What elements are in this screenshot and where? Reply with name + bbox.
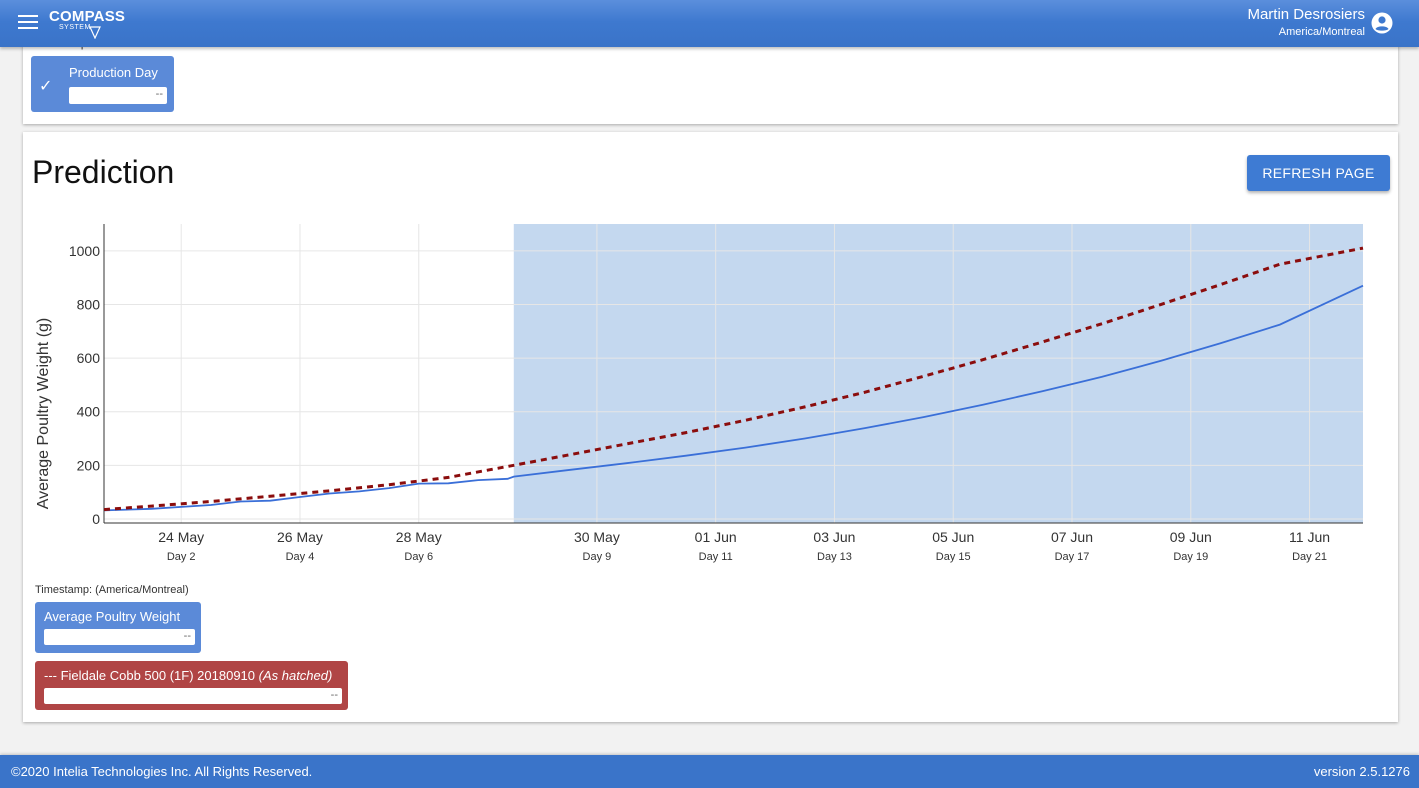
y-tick-label: 1000 bbox=[69, 243, 100, 259]
x-tick-day-label: Day 9 bbox=[583, 551, 612, 563]
hamburger-menu-icon[interactable] bbox=[18, 15, 38, 31]
x-tick-day-label: Day 2 bbox=[167, 551, 196, 563]
production-day-card: Timestamp: ✓ Production Day -- bbox=[23, 38, 1398, 124]
version-text: version 2.5.1276 bbox=[1313, 764, 1410, 779]
y-tick-label: 800 bbox=[77, 296, 101, 312]
x-tick-day-label: Day 21 bbox=[1292, 551, 1327, 563]
legend-red-value: -- bbox=[44, 688, 342, 704]
x-tick-day-label: Day 15 bbox=[936, 551, 971, 563]
x-tick-date-label: 03 Jun bbox=[813, 529, 855, 545]
legend-red-main-label: --- Fieldale Cobb 500 (1F) 20180910 bbox=[44, 668, 259, 683]
x-tick-date-label: 28 May bbox=[396, 529, 442, 545]
x-tick-date-label: 07 Jun bbox=[1051, 529, 1093, 545]
logo-compass-icon bbox=[89, 26, 101, 39]
user-timezone: America/Montreal bbox=[1278, 26, 1365, 38]
account-circle-icon[interactable] bbox=[1371, 12, 1393, 34]
logo-text: COMPASS bbox=[49, 8, 126, 25]
x-tick-date-label: 24 May bbox=[158, 529, 204, 545]
y-axis-label: Average Poultry Weight (g) bbox=[35, 318, 52, 510]
x-tick-day-label: Day 11 bbox=[699, 551, 733, 563]
prediction-card: Prediction REFRESH PAGE 0 200 400 600 800 100… bbox=[23, 132, 1398, 722]
x-tick-day-label: Day 13 bbox=[817, 551, 852, 563]
y-tick-label: 0 bbox=[92, 511, 100, 527]
prediction-region bbox=[513, 224, 1363, 523]
copyright-text: ©2020 Intelia Technologies Inc. All Righ… bbox=[11, 764, 313, 779]
x-tick-date-label: 11 Jun bbox=[1289, 529, 1330, 545]
legend-average-poultry-weight[interactable]: Average Poultry Weight -- bbox=[35, 602, 201, 653]
legend-fieldale-cobb[interactable]: --- Fieldale Cobb 500 (1F) 20180910 (As … bbox=[35, 661, 348, 710]
app-header: COMPASS SYSTEM Martin Desrosiers America… bbox=[0, 0, 1419, 47]
legend-blue-label: Average Poultry Weight bbox=[44, 609, 181, 624]
logo-subtext: SYSTEM bbox=[59, 24, 91, 31]
prediction-chart[interactable]: 0 200 400 600 800 1000 24 May Day 2 26 May Day 4 2… bbox=[23, 132, 1398, 572]
production-day-toggle[interactable]: ✓ Production Day -- bbox=[31, 56, 174, 112]
x-tick-day-label: Day 6 bbox=[404, 551, 433, 563]
legend-blue-value: -- bbox=[44, 629, 195, 645]
user-name: Martin Desrosiers bbox=[1247, 6, 1365, 23]
x-tick-date-label: 05 Jun bbox=[932, 529, 974, 545]
x-tick-day-label: Day 4 bbox=[286, 551, 315, 563]
x-tick-date-label: 26 May bbox=[277, 529, 323, 545]
y-tick-label: 200 bbox=[77, 457, 101, 473]
x-tick-day-label: Day 19 bbox=[1173, 551, 1208, 563]
x-tick-date-label: 01 Jun bbox=[695, 529, 737, 545]
production-day-label: Production Day bbox=[69, 65, 158, 80]
legend-red-label: --- Fieldale Cobb 500 (1F) 20180910 (As … bbox=[44, 668, 332, 683]
y-tick-label: 400 bbox=[77, 404, 101, 420]
timestamp-label: Timestamp: (America/Montreal) bbox=[35, 584, 189, 596]
x-tick-date-label: 30 May bbox=[574, 529, 620, 545]
x-tick-date-label: 09 Jun bbox=[1170, 529, 1212, 545]
y-tick-label: 600 bbox=[77, 350, 101, 366]
legend-red-italic-label: (As hatched) bbox=[258, 668, 333, 683]
compass-logo[interactable]: COMPASS SYSTEM bbox=[49, 8, 126, 39]
production-day-value: -- bbox=[69, 87, 167, 104]
app-footer: ©2020 Intelia Technologies Inc. All Righ… bbox=[0, 755, 1419, 788]
x-tick-day-label: Day 17 bbox=[1055, 551, 1090, 563]
checkmark-icon: ✓ bbox=[39, 78, 53, 95]
